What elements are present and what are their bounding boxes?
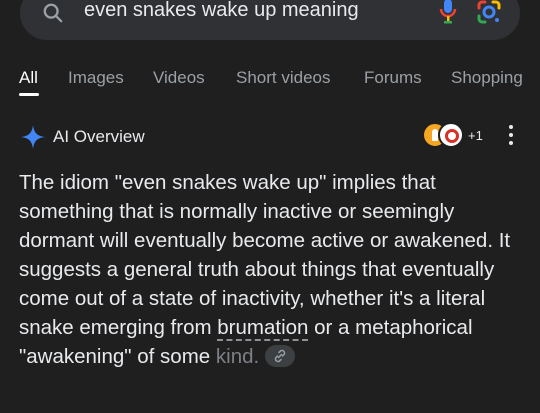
google-lens-icon[interactable] [476, 0, 502, 30]
search-bar[interactable]: even snakes wake up meaning [20, 0, 520, 40]
tab-forums[interactable]: Forums [364, 68, 422, 88]
overview-body: The idiom "even snakes wake up" implies … [19, 171, 511, 339]
tab-images[interactable]: Images [68, 68, 124, 88]
source-icons[interactable] [422, 122, 466, 148]
search-tabs: All Images Videos Short videos Forums Sh… [0, 64, 540, 96]
source-count[interactable]: +1 [468, 128, 483, 143]
term-link-brumation[interactable]: brumation [217, 316, 309, 341]
ai-overview-title: AI Overview [53, 127, 145, 146]
ai-sparkle-icon [20, 124, 46, 155]
link-icon[interactable] [265, 344, 296, 367]
mic-icon[interactable] [438, 0, 458, 30]
overview-faded-text: kind. [215, 345, 260, 368]
tab-short-videos[interactable]: Short videos [236, 68, 331, 88]
active-tab-indicator [19, 93, 39, 96]
search-icon[interactable] [42, 2, 64, 29]
tab-shopping[interactable]: Shopping [451, 68, 523, 88]
more-vert-icon[interactable] [506, 122, 516, 148]
tab-all[interactable]: All [19, 68, 38, 88]
ai-overview-header: AI Overview +1 [0, 120, 540, 152]
ai-overview-text: The idiom "even snakes wake up" implies … [19, 168, 524, 371]
source-favicon[interactable] [438, 122, 464, 148]
tab-videos[interactable]: Videos [153, 68, 205, 88]
search-input[interactable]: even snakes wake up meaning [84, 0, 359, 22]
